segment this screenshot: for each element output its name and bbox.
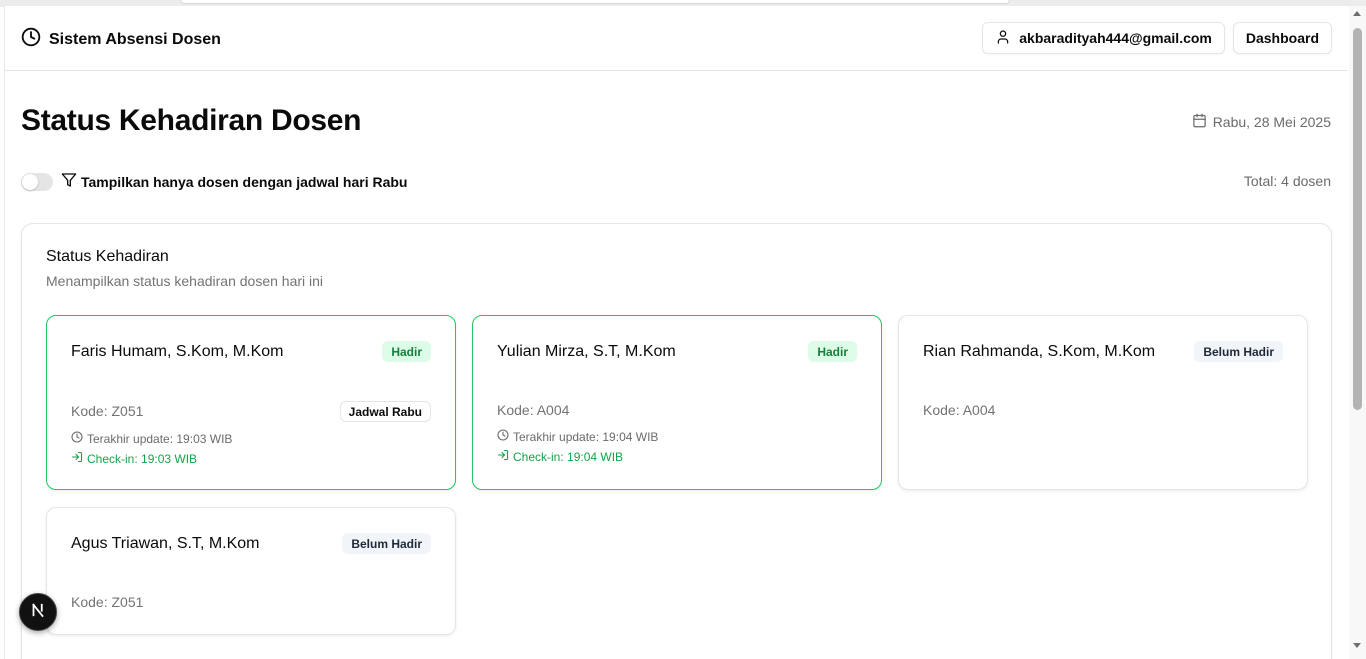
card-title: Status Kehadiran <box>46 248 169 265</box>
lecturer-code: Kode: A004 <box>497 402 570 418</box>
lecturer-card[interactable]: Faris Humam, S.Kom, M.Kom Hadir Kode: Z0… <box>46 315 456 490</box>
lecturer-card[interactable]: Yulian Mirza, S.T, M.Kom Hadir Kode: A00… <box>472 315 882 490</box>
filter-row: Tampilkan hanya dosen dengan jadwal hari… <box>21 172 407 191</box>
app-header: Sistem Absensi Dosen akbaradityah444@gma… <box>5 6 1348 71</box>
current-date: Rabu, 28 Mei 2025 <box>1192 113 1331 131</box>
scroll-up-arrow[interactable] <box>1353 11 1361 16</box>
lecturer-name: Agus Triawan, S.T, M.Kom <box>71 535 260 552</box>
date-text: Rabu, 28 Mei 2025 <box>1212 114 1331 130</box>
status-badge: Belum Hadir <box>1194 341 1283 362</box>
lecturer-card[interactable]: Agus Triawan, S.T, M.Kom Belum Hadir Kod… <box>46 507 456 635</box>
checkin-text: Check-in: 19:03 WIB <box>87 451 198 466</box>
log-in-icon <box>497 449 509 464</box>
schedule-day-badge: Jadwal Rabu <box>339 401 431 422</box>
nextjs-logo <box>29 601 47 624</box>
nextjs-dev-button[interactable] <box>19 593 57 631</box>
filter-label[interactable]: Tampilkan hanya dosen dengan jadwal hari… <box>61 172 407 191</box>
last-update: Terakhir update: 19:03 WIB <box>71 431 232 446</box>
filter-label-text: Tampilkan hanya dosen dengan jadwal hari… <box>81 173 408 190</box>
status-badge: Hadir <box>808 341 857 362</box>
user-icon <box>995 29 1011 48</box>
clock-icon <box>21 27 41 52</box>
schedule-filter-toggle[interactable] <box>21 172 53 191</box>
last-update-text: Terakhir update: 19:04 WIB <box>513 429 659 444</box>
lecturer-name: Rian Rahmanda, S.Kom, M.Kom <box>923 343 1156 360</box>
scroll-down-arrow[interactable] <box>1353 643 1361 648</box>
log-in-icon <box>71 451 83 466</box>
lecturer-code: Kode: Z051 <box>71 403 144 419</box>
total-count: Total: 4 dosen <box>1243 173 1331 189</box>
card-description: Menampilkan status kehadiran dosen hari … <box>46 273 324 289</box>
dashboard-button[interactable]: Dashboard <box>1232 22 1332 54</box>
header-actions: akbaradityah444@gmail.com Dashboard <box>982 22 1332 54</box>
user-account-button[interactable]: akbaradityah444@gmail.com <box>982 22 1225 54</box>
lecturer-card[interactable]: Rian Rahmanda, S.Kom, M.Kom Belum Hadir … <box>898 315 1308 490</box>
app-title: Sistem Absensi Dosen <box>49 30 221 48</box>
page-title: Status Kehadiran Dosen <box>21 104 362 137</box>
lecturer-code: Kode: A004 <box>923 402 996 418</box>
clock-icon <box>71 431 83 446</box>
calendar-icon <box>1192 113 1207 131</box>
attendance-card: Status Kehadiran Menampilkan status keha… <box>21 223 1332 659</box>
user-email: akbaradityah444@gmail.com <box>1019 30 1212 46</box>
status-badge: Hadir <box>382 341 431 362</box>
browser-url-bar[interactable] <box>180 0 1010 4</box>
page: Sistem Absensi Dosen akbaradityah444@gma… <box>4 6 1348 659</box>
toggle-knob <box>22 173 38 190</box>
lecturer-name: Yulian Mirza, S.T, M.Kom <box>497 343 676 360</box>
dashboard-button-label: Dashboard <box>1245 30 1319 46</box>
status-badge: Belum Hadir <box>342 533 431 554</box>
checkin-time: Check-in: 19:04 WIB <box>497 449 623 464</box>
checkin-text: Check-in: 19:04 WIB <box>513 449 624 464</box>
brand[interactable]: Sistem Absensi Dosen <box>21 27 221 52</box>
lecturer-code: Kode: Z051 <box>71 594 144 610</box>
last-update-text: Terakhir update: 19:03 WIB <box>87 431 233 446</box>
checkin-time: Check-in: 19:03 WIB <box>71 451 197 466</box>
lecturer-name: Faris Humam, S.Kom, M.Kom <box>71 343 284 360</box>
filter-icon <box>61 172 77 191</box>
scroll-thumb[interactable] <box>1353 28 1362 410</box>
clock-icon <box>497 429 509 444</box>
last-update: Terakhir update: 19:04 WIB <box>497 429 658 444</box>
vertical-scrollbar[interactable] <box>1349 6 1366 659</box>
